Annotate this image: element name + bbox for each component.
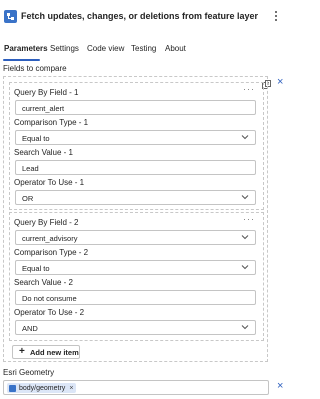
workflow-action-icon <box>4 10 17 23</box>
tab-bar: Parameters Settings Code view Testing Ab… <box>0 44 288 62</box>
token-label: body/geometry <box>19 384 66 392</box>
compare-item-1: ··· Query By Field - 1 current_alert Com… <box>9 82 264 210</box>
chevron-down-icon <box>241 135 249 140</box>
query-by-field-value: current_advisory <box>22 234 78 243</box>
search-value-input[interactable]: Lead <box>15 160 256 175</box>
esri-geometry-input[interactable]: body/geometry × <box>3 380 269 395</box>
action-header: Fetch updates, changes, or deletions fro… <box>0 0 288 34</box>
search-value-text: Lead <box>22 164 39 173</box>
comparison-type-dropdown[interactable]: Equal to <box>15 260 256 275</box>
dynamic-content-token[interactable]: body/geometry × <box>7 383 77 393</box>
comparison-type-label: Comparison Type - 2 <box>14 248 89 257</box>
query-by-field-dropdown[interactable]: current_advisory <box>15 230 256 245</box>
tab-code-view[interactable]: Code view <box>87 44 124 53</box>
plus-icon: + <box>19 346 25 357</box>
comparison-type-value: Equal to <box>22 264 50 273</box>
token-remove-icon[interactable]: × <box>69 385 73 392</box>
operator-label: Operator To Use - 2 <box>14 308 85 317</box>
add-new-item-button[interactable]: + Add new item <box>12 345 80 359</box>
item-menu-icon[interactable]: ··· <box>243 85 255 94</box>
tab-parameters[interactable]: Parameters <box>4 44 48 53</box>
item-menu-icon[interactable]: ··· <box>243 215 255 224</box>
comparison-type-value: Equal to <box>22 134 50 143</box>
search-value-label: Search Value - 2 <box>14 278 73 287</box>
chevron-down-icon <box>241 195 249 200</box>
search-value-input[interactable]: Do not consume <box>15 290 256 305</box>
chevron-down-icon <box>241 265 249 270</box>
operator-dropdown[interactable]: AND <box>15 320 256 335</box>
chevron-down-icon <box>241 235 249 240</box>
fields-to-compare-array: ··· Query By Field - 1 current_alert Com… <box>3 76 268 362</box>
active-tab-indicator <box>3 59 40 61</box>
search-value-text: Do not consume <box>22 294 77 303</box>
esri-geometry-label: Esri Geometry <box>3 368 55 377</box>
compare-item-2: ··· Query By Field - 2 current_advisory … <box>9 212 264 341</box>
operator-value: OR <box>22 194 34 203</box>
operator-label: Operator To Use - 1 <box>14 178 85 187</box>
query-by-field-dropdown[interactable]: current_alert <box>15 100 256 115</box>
action-title: Fetch updates, changes, or deletions fro… <box>21 11 259 21</box>
tab-testing[interactable]: Testing <box>131 44 156 53</box>
comparison-type-label: Comparison Type - 1 <box>14 118 89 127</box>
search-value-label: Search Value - 1 <box>14 148 73 157</box>
workflow-action-icon <box>9 384 16 392</box>
query-by-field-value: current_alert <box>22 104 65 113</box>
query-by-field-label: Query By Field - 2 <box>14 218 79 227</box>
tab-settings[interactable]: Settings <box>50 44 79 53</box>
comparison-type-dropdown[interactable]: Equal to <box>15 130 256 145</box>
query-by-field-label: Query By Field - 1 <box>14 88 79 97</box>
operator-value: AND <box>22 324 38 333</box>
operator-dropdown[interactable]: OR <box>15 190 256 205</box>
clear-fields-close-icon[interactable]: × <box>277 77 283 88</box>
more-vertical-icon[interactable] <box>272 9 280 23</box>
fields-to-compare-label: Fields to compare <box>3 64 67 73</box>
chevron-down-icon <box>241 325 249 330</box>
clear-geometry-close-icon[interactable]: × <box>277 381 283 392</box>
add-new-item-label: Add new item <box>30 348 79 357</box>
tab-about[interactable]: About <box>165 44 186 53</box>
